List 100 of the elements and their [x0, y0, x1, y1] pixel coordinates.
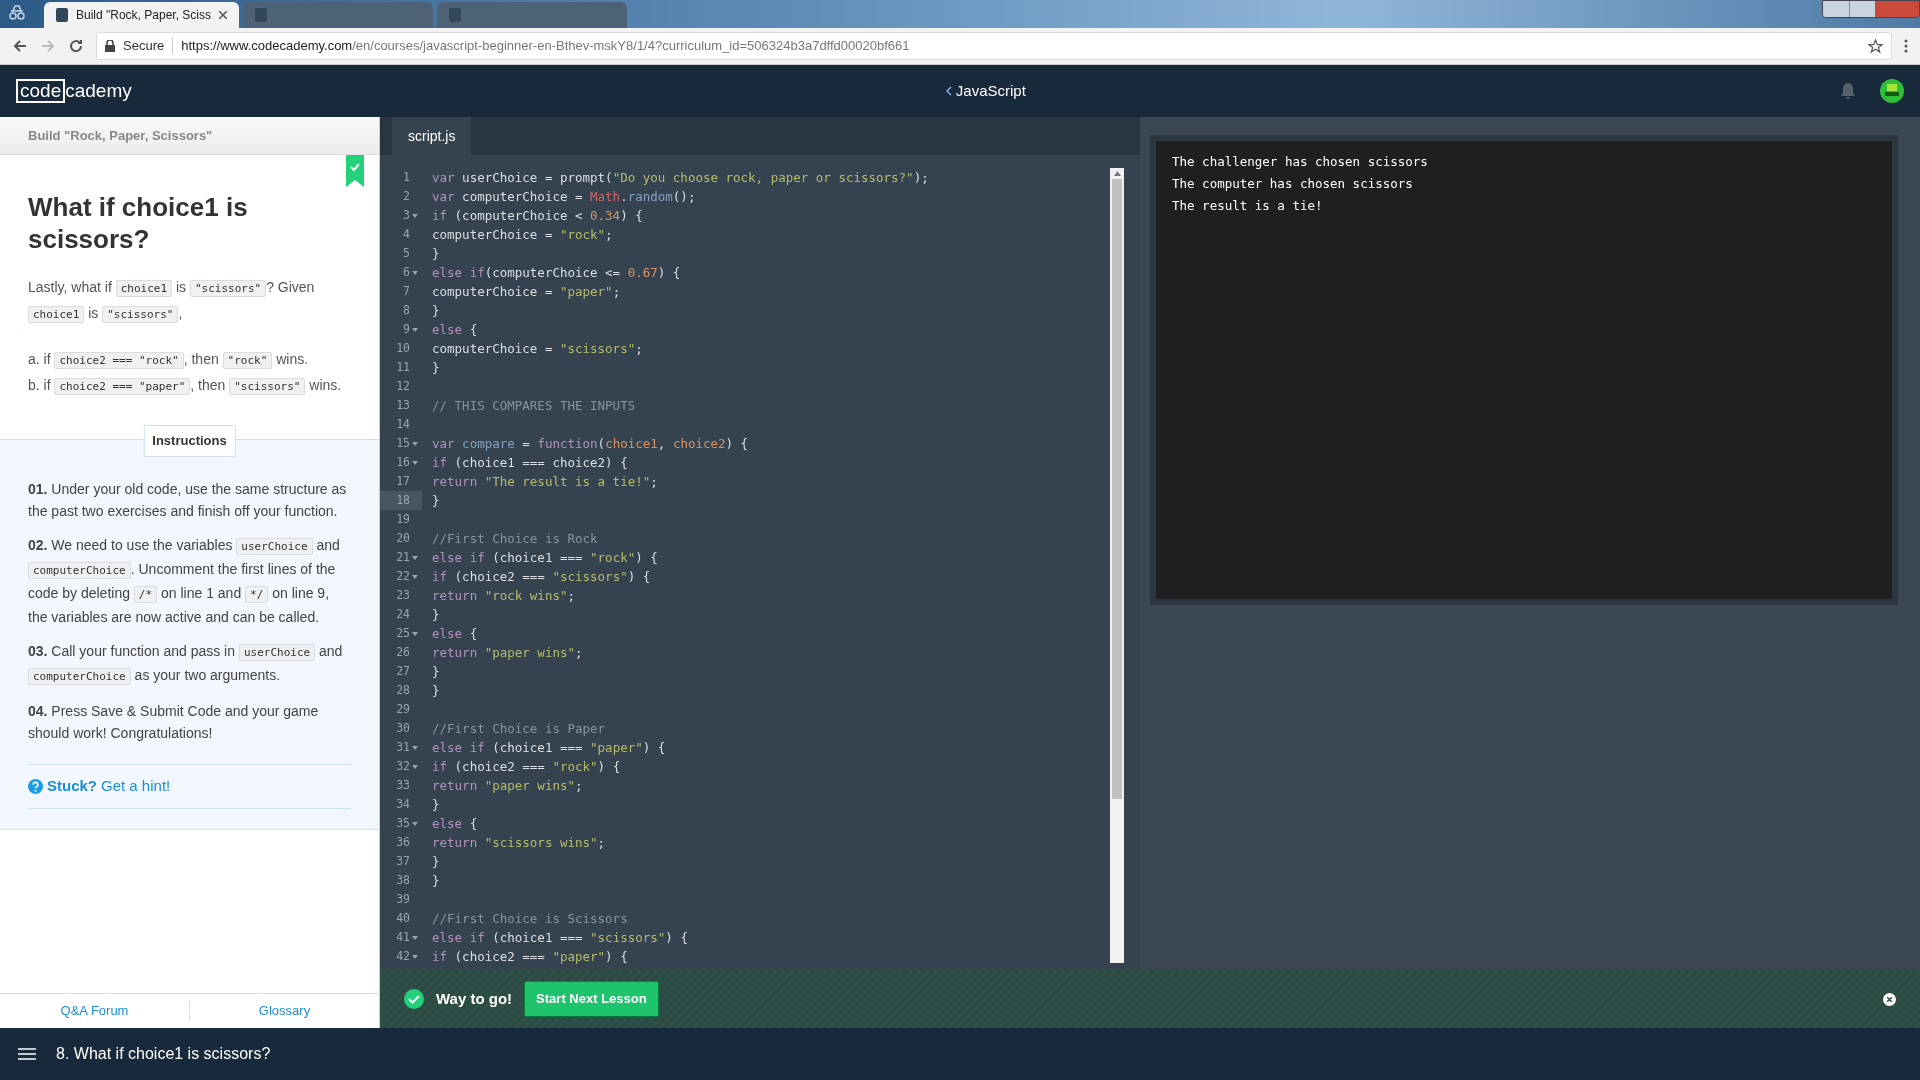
line-number: 22: [396, 568, 410, 585]
line-number: 39: [396, 891, 410, 908]
fold-caret-icon[interactable]: [412, 764, 418, 769]
instructions-tab[interactable]: Instructions: [143, 425, 236, 457]
fold-caret-icon[interactable]: [412, 745, 418, 750]
line-number: 37: [396, 853, 410, 870]
logo-code[interactable]: code: [16, 79, 66, 103]
fold-caret-icon[interactable]: [412, 555, 418, 560]
line-number: 19: [396, 511, 410, 528]
line-number: 33: [396, 777, 410, 794]
fold-caret-icon[interactable]: [412, 821, 418, 826]
line-number: 41: [396, 929, 410, 946]
line-number: 28: [396, 682, 410, 699]
instruction-step: 02. We need to use the variables userChoice and computerChoice . Uncomment the first lines of the code by deleting /* on line 1 and */ on line 9, the variables are now active and can be called.: [28, 534, 351, 628]
code-line: computerChoice = "rock";: [431, 226, 613, 244]
code-line: }: [431, 606, 440, 624]
fold-caret-icon[interactable]: [412, 574, 418, 579]
code-line: }: [431, 872, 440, 890]
lesson-title: What if choice1 is scissors?: [28, 191, 249, 255]
close-icon[interactable]: [1883, 992, 1896, 1006]
code-line: }: [431, 663, 440, 681]
fold-caret-icon[interactable]: [412, 270, 418, 275]
line-number: 25: [396, 625, 410, 642]
star-icon[interactable]: [1868, 38, 1883, 54]
code-line: //First Choice is Rock: [431, 530, 598, 548]
line-number: 8: [403, 302, 410, 319]
footer-link[interactable]: Glossary: [189, 1001, 379, 1021]
fold-caret-icon[interactable]: [412, 213, 418, 218]
lesson-text: Lastly, what if choice1 is "scissors" ? Given choice1 is "scissors" ,: [28, 278, 316, 325]
code-line: else if(computerChoice <= 0.67) {: [431, 264, 681, 282]
menu-icon[interactable]: [18, 1048, 36, 1060]
code-line: return "paper wins";: [431, 644, 583, 662]
code-line: else if (choice1 === "scissors") {: [431, 929, 688, 947]
window-controls[interactable]: [1822, 0, 1920, 18]
line-number: 29: [396, 701, 410, 718]
code-line: else if (choice1 === "rock") {: [431, 549, 658, 567]
page-icon: [255, 8, 267, 22]
code-line: computerChoice = "scissors";: [431, 340, 643, 358]
address-field[interactable]: Secure https://www.codecademy.com/en/courses/javascript-beginner-en-Bthev-mskY8/1/4?curriculum_id=506324b3a7dffd00020bf661: [96, 32, 1892, 60]
fold-caret-icon[interactable]: [412, 460, 418, 465]
line-number: 12: [396, 378, 410, 395]
url-host: https://www.codecademy.com: [181, 38, 353, 54]
scroll-up-icon[interactable]: [1113, 171, 1121, 176]
code-line: else {: [431, 815, 478, 833]
line-number: 10: [396, 340, 410, 357]
close-icon[interactable]: [219, 11, 227, 19]
instruction-step: 04. Press Save & Submit Code and your game should work! Congratulations!: [28, 700, 351, 744]
line-number: 42: [396, 948, 410, 965]
url-path: /en/courses/javascript-beginner-en-Bthev-mskY8/1/4?curriculum_id=506324b3a7dffd00020bf661: [352, 38, 910, 54]
code-line: }: [431, 302, 440, 320]
more-icon[interactable]: [1904, 39, 1908, 53]
fold-caret-icon[interactable]: [412, 631, 418, 636]
bell-icon[interactable]: [1840, 82, 1856, 100]
code-line: if (computerChoice < 0.34) {: [431, 207, 643, 225]
browser-tab[interactable]: Build "Rock, Paper, Sciss: [44, 2, 239, 28]
code-line: // THIS COMPARES THE INPUTS: [431, 397, 636, 415]
line-number: 36: [396, 834, 410, 851]
avatar-icon[interactable]: [1880, 79, 1904, 103]
scrollbar[interactable]: [1110, 168, 1124, 963]
line-number: 24: [396, 606, 410, 623]
line-number: 17: [396, 473, 410, 490]
line-number: 11: [396, 359, 410, 376]
secure-label: Secure: [123, 37, 165, 56]
code-line: var compare = function(choice1, choice2) {: [431, 435, 749, 453]
code-line: }: [431, 853, 440, 871]
logo-cademy[interactable]: cademy: [65, 76, 132, 106]
code-line: else {: [431, 321, 478, 339]
line-number: 7: [403, 283, 410, 300]
output-line: The challenger has chosen scissors: [1172, 153, 1429, 171]
reload-icon[interactable]: [68, 38, 84, 54]
file-tab[interactable]: script.js: [392, 117, 472, 155]
line-number: 35: [396, 815, 410, 832]
success-message: Way to go!: [436, 988, 513, 1009]
back-icon[interactable]: [12, 38, 28, 54]
code-line: if (choice2 === "scissors") {: [431, 568, 651, 586]
check-circle-icon: [404, 989, 424, 1009]
instruction-step: 01. Under your old code, use the same structure as the past two exercises and finish off your function.: [28, 478, 351, 522]
fold-caret-icon[interactable]: [412, 441, 418, 446]
line-number: 5: [403, 245, 410, 262]
code-line: if (choice2 === "rock") {: [431, 758, 621, 776]
line-number: 9: [403, 321, 410, 338]
line-number: 2: [403, 188, 410, 205]
code-line: if (choice2 === "paper") {: [431, 948, 628, 966]
maximize-icon[interactable]: [1849, 1, 1875, 17]
line-number: 38: [396, 872, 410, 889]
fold-caret-icon[interactable]: [412, 327, 418, 332]
line-number: 26: [396, 644, 410, 661]
line-number: 4: [403, 226, 410, 243]
lesson-text: a. if choice2 === "rock" , then "rock" wins.: [28, 350, 310, 371]
footer-link[interactable]: Q&A Forum: [0, 1001, 189, 1021]
back-chevron-icon[interactable]: [945, 86, 952, 96]
output-line: The computer has chosen scissors: [1172, 175, 1414, 193]
line-number: 32: [396, 758, 410, 775]
code-line: else {: [431, 625, 478, 643]
course-link[interactable]: JavaScript: [955, 79, 1026, 103]
line-number: 34: [396, 796, 410, 813]
line-number: 16: [396, 454, 410, 471]
line-number: 20: [396, 530, 410, 547]
fold-caret-icon[interactable]: [412, 954, 418, 959]
fold-caret-icon[interactable]: [412, 935, 418, 940]
